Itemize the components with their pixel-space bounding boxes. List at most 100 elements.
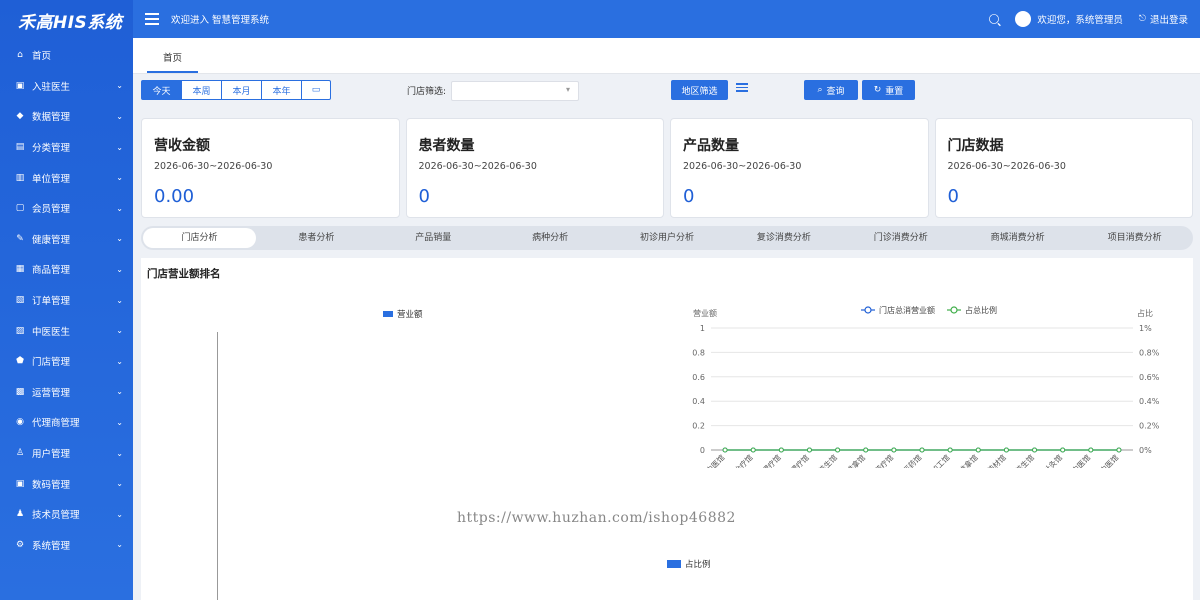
calendar-icon[interactable]: ▭ bbox=[302, 81, 330, 99]
tcm-icon: ▨ bbox=[15, 325, 25, 336]
legend-swatch bbox=[667, 560, 681, 568]
analysis-tab[interactable]: 病种分析 bbox=[494, 228, 607, 248]
y-tick-label: 0 bbox=[700, 446, 705, 455]
period-month-button[interactable]: 本月 bbox=[222, 81, 262, 99]
search-icon[interactable] bbox=[989, 14, 1000, 24]
chevron-down-icon: ⌄ bbox=[116, 509, 123, 519]
sidebar-item[interactable]: ▣ 数码管理 ⌄ bbox=[0, 468, 133, 499]
y2-axis-label: 占比 bbox=[1137, 308, 1153, 318]
legend-swatch bbox=[383, 311, 393, 317]
analysis-tab[interactable]: 门诊消费分析 bbox=[844, 228, 957, 248]
period-week-button[interactable]: 本周 bbox=[182, 81, 222, 99]
ranking-line-chart: 0 0% 0.2 0.2% 0.4 0.4% 0.6 0.6% 0.8 0.8% 1 1% 营业额 占比回… bbox=[692, 305, 1160, 468]
store-select[interactable]: ▾ bbox=[451, 81, 579, 101]
sidebar-item[interactable]: ⬟ 门店管理 ⌄ bbox=[0, 346, 133, 377]
sidebar-item[interactable]: ▧ 订单管理 ⌄ bbox=[0, 285, 133, 316]
chevron-down-icon: ▾ bbox=[565, 85, 570, 94]
agent-icon: ◉ bbox=[16, 417, 24, 428]
watermark: https://www.huzhan.com/ishop46882 bbox=[457, 510, 736, 526]
analysis-tab[interactable]: 产品销量 bbox=[377, 228, 490, 248]
chevron-down-icon: ⌄ bbox=[116, 479, 123, 489]
reset-label: 重置 bbox=[885, 86, 904, 97]
sidebar-item[interactable]: ⌂ 首页 bbox=[0, 40, 133, 71]
region-filter-button[interactable]: 地区筛选 bbox=[671, 80, 728, 100]
panel-title: 门店营业额排名 bbox=[147, 268, 221, 280]
x-tick-label: 回春中医馆 bbox=[693, 452, 727, 468]
x-tick-label: 中医理疗馆 bbox=[777, 452, 811, 468]
card-value: 0.00 bbox=[154, 186, 195, 207]
card-title: 门店数据 bbox=[947, 138, 1004, 154]
sidebar-item[interactable]: ▢ 会员管理 ⌄ bbox=[0, 193, 133, 224]
y-tick-label: 0.2 bbox=[692, 422, 705, 431]
analysis-tab[interactable]: 项目消费分析 bbox=[1078, 228, 1191, 248]
tech-icon: ♟ bbox=[15, 509, 25, 520]
sidebar-item[interactable]: ▩ 运营管理 ⌄ bbox=[0, 377, 133, 408]
query-label: 查询 bbox=[826, 86, 845, 97]
data-point bbox=[806, 447, 812, 453]
chevron-down-icon: ⌄ bbox=[116, 387, 123, 397]
sidebar-item[interactable]: ▦ 商品管理 ⌄ bbox=[0, 254, 133, 285]
card-date: 2026-06-30~2026-06-30 bbox=[418, 161, 537, 172]
x-tick-label: 推拿馆 bbox=[957, 452, 980, 468]
sidebar-item-label: 数码管理 bbox=[32, 479, 71, 491]
chevron-down-icon: ⌄ bbox=[116, 540, 123, 550]
analysis-tab[interactable]: 门店分析 bbox=[143, 228, 256, 248]
analysis-tab[interactable]: 初诊用户分析 bbox=[611, 228, 724, 248]
y-tick-label: 0.8 bbox=[692, 348, 705, 357]
sidebar-item[interactable]: ✎ 健康管理 ⌄ bbox=[0, 224, 133, 255]
legend-marker bbox=[950, 306, 958, 314]
sidebar-item[interactable]: ▣ 入驻医生 ⌄ bbox=[0, 71, 133, 102]
legend-ratio[interactable]: 占比例 bbox=[667, 558, 711, 570]
sidebar-item-label: 健康管理 bbox=[32, 234, 71, 246]
page-tabs: 首页 bbox=[133, 38, 1200, 74]
tab-home[interactable]: 首页 bbox=[147, 50, 199, 73]
sidebar-item[interactable]: ▤ 分类管理 ⌄ bbox=[0, 132, 133, 163]
sidebar-item[interactable]: ▥ 单位管理 ⌄ bbox=[0, 162, 133, 193]
chevron-down-icon: ⌄ bbox=[116, 142, 123, 152]
sidebar-item[interactable]: ◆ 数据管理 ⌄ bbox=[0, 101, 133, 132]
chevron-down-icon: ⌄ bbox=[116, 111, 123, 121]
data-point bbox=[863, 447, 869, 453]
period-year-button[interactable]: 本年 bbox=[262, 81, 302, 99]
card-title: 营收金额 bbox=[154, 138, 210, 154]
avatar[interactable] bbox=[1015, 11, 1032, 27]
x-tick-label: 治疗馆 bbox=[732, 452, 755, 468]
search-icon: ⌕ bbox=[817, 85, 823, 95]
data-point bbox=[1088, 447, 1094, 453]
sidebar-item[interactable]: ♙ 用户管理 ⌄ bbox=[0, 438, 133, 469]
y2-tick-label: 0.2% bbox=[1139, 422, 1160, 431]
analysis-tab[interactable]: 患者分析 bbox=[260, 228, 373, 248]
card-title: 患者数量 bbox=[418, 138, 475, 154]
stat-cards: 营收金额 2026-06-30~2026-06-30 0.00 患者数量 202… bbox=[141, 118, 1193, 218]
sidebar-item[interactable]: ⚙ 系统管理 ⌄ bbox=[0, 530, 133, 561]
sidebar-item-label: 数据管理 bbox=[32, 112, 71, 124]
analysis-tab[interactable]: 复诊消费分析 bbox=[727, 228, 840, 248]
period-today-button[interactable]: 今天 bbox=[142, 81, 182, 99]
reset-button[interactable]: ↻ 重置 bbox=[862, 80, 915, 100]
x-tick-label: 药材馆 bbox=[985, 452, 1008, 468]
legend-revenue[interactable]: 营业额 bbox=[383, 308, 423, 320]
x-tick-label: 理疗馆 bbox=[760, 452, 783, 468]
query-button[interactable]: ⌕ 查询 bbox=[804, 80, 858, 100]
refresh-icon: ↻ bbox=[873, 85, 882, 95]
sidebar-item[interactable]: ▨ 中医医生 ⌄ bbox=[0, 315, 133, 346]
y2-tick-label: 0.4% bbox=[1139, 397, 1160, 406]
list-icon[interactable] bbox=[736, 83, 748, 92]
y2-tick-label: 0% bbox=[1139, 446, 1152, 455]
home-icon: ⌂ bbox=[17, 50, 23, 61]
data-point bbox=[1060, 447, 1066, 453]
x-tick-label: 中医推拿馆 bbox=[834, 452, 868, 468]
menu-toggle-icon[interactable] bbox=[145, 13, 159, 25]
y2-tick-label: 1% bbox=[1139, 324, 1152, 333]
store-filter-label: 门店筛选: bbox=[407, 87, 447, 97]
data-point bbox=[919, 447, 925, 453]
y-tick-label: 0.4 bbox=[692, 397, 705, 406]
logout-button[interactable]: ⎋ 退出登录 bbox=[1139, 12, 1188, 26]
sidebar-item[interactable]: ♟ 技术员管理 ⌄ bbox=[0, 499, 133, 530]
analysis-tab[interactable]: 商城消费分析 bbox=[961, 228, 1074, 248]
sidebar-item-label: 中医医生 bbox=[32, 326, 71, 338]
left-chart-axis bbox=[217, 332, 218, 600]
y-tick-label: 0.6 bbox=[692, 373, 705, 382]
sidebar-item[interactable]: ◉ 代理商管理 ⌄ bbox=[0, 407, 133, 438]
y2-tick-label: 0.8% bbox=[1139, 348, 1160, 357]
